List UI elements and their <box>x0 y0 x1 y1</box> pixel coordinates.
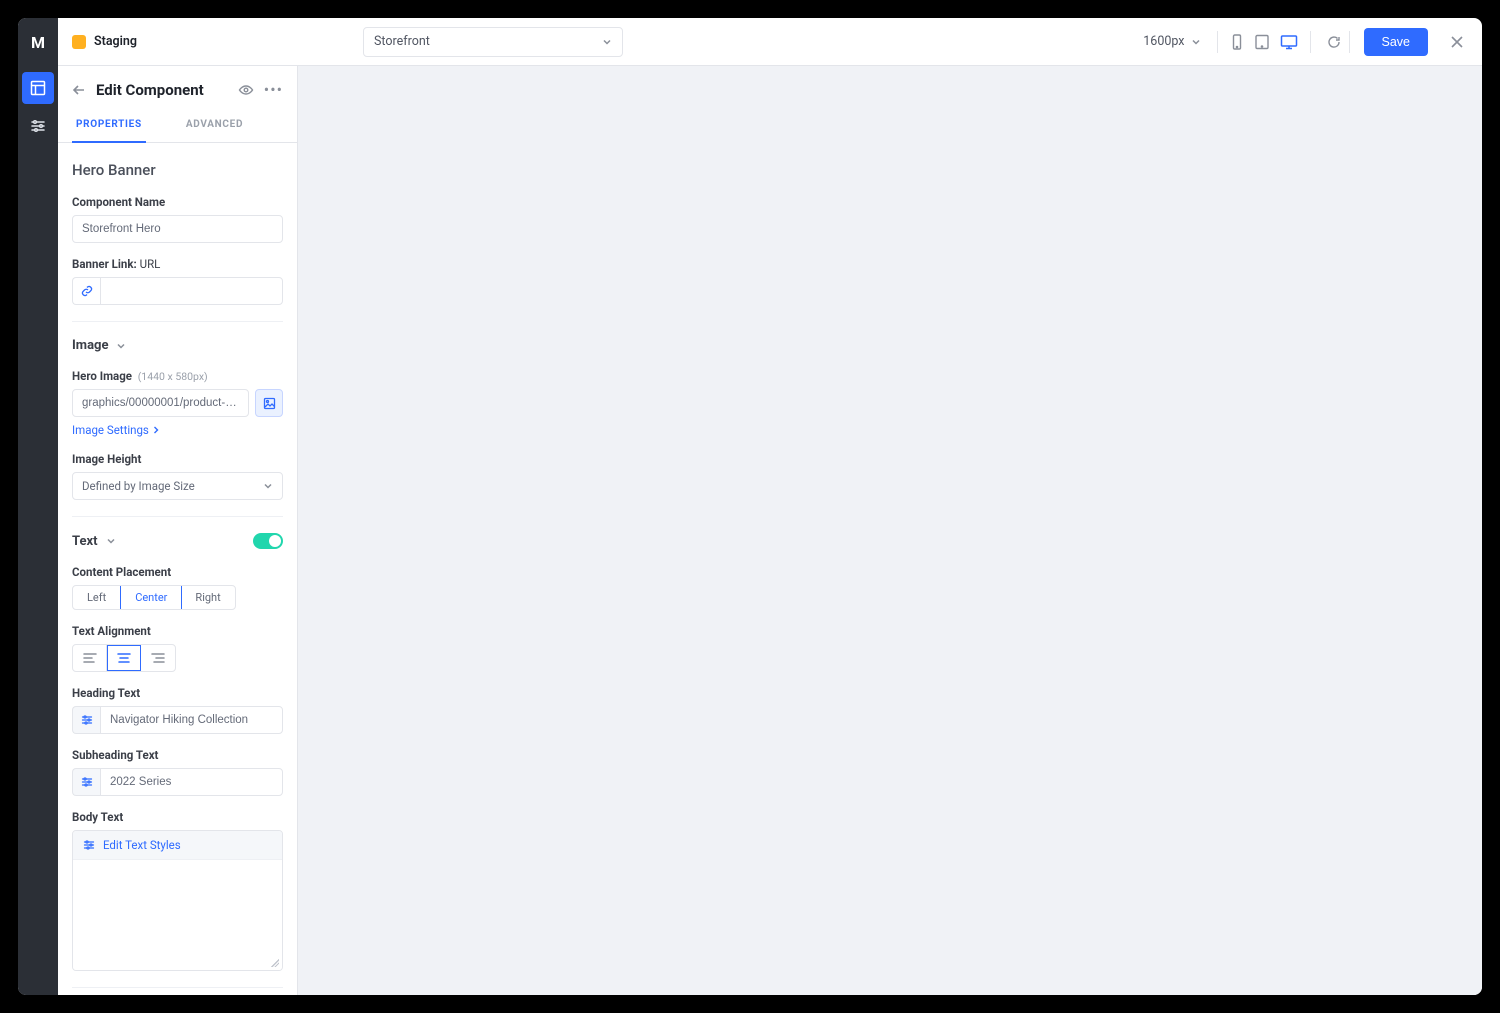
content-placement-group: Left Center Right <box>72 585 236 610</box>
align-right-button[interactable] <box>141 645 175 671</box>
content-placement-label: Content Placement <box>72 565 283 579</box>
visibility-icon[interactable] <box>238 82 254 98</box>
banner-link-input[interactable] <box>100 277 283 305</box>
tab-properties[interactable]: PROPERTIES <box>72 109 146 143</box>
text-alignment-label: Text Alignment <box>72 624 283 638</box>
align-left-button[interactable] <box>73 645 107 671</box>
subheading-text-label: Subheading Text <box>72 748 283 762</box>
banner-link-label: Banner Link: URL <box>72 257 283 271</box>
close-button[interactable] <box>1446 35 1468 49</box>
hero-image-input[interactable] <box>72 389 249 417</box>
image-height-select[interactable]: Defined by Image Size <box>72 472 283 500</box>
text-section-header[interactable]: Text <box>72 533 283 549</box>
logo: M <box>18 18 58 66</box>
image-height-label: Image Height <box>72 452 283 466</box>
body-text-textarea[interactable] <box>73 860 282 970</box>
mobile-device-icon[interactable] <box>1230 34 1244 50</box>
heading-text-input[interactable] <box>100 706 283 734</box>
save-button[interactable]: Save <box>1364 28 1429 56</box>
chevron-down-icon <box>106 536 116 546</box>
component-name-input[interactable] <box>72 215 283 243</box>
rail-settings-button[interactable] <box>22 110 54 142</box>
panel-title: Edit Component <box>96 81 228 99</box>
rail-layout-button[interactable] <box>22 72 54 104</box>
text-enabled-toggle[interactable] <box>253 533 283 549</box>
viewport-width-select[interactable]: 1600px <box>1135 30 1208 54</box>
text-style-icon[interactable] <box>72 706 100 734</box>
chevron-down-icon <box>602 37 612 47</box>
placement-center[interactable]: Center <box>120 585 182 610</box>
viewport-width-value: 1600px <box>1143 34 1184 49</box>
tab-advanced[interactable]: ADVANCED <box>182 109 247 142</box>
chevron-down-icon <box>263 481 273 491</box>
more-menu-button[interactable]: ••• <box>264 80 283 99</box>
page-select-value: Storefront <box>374 34 430 49</box>
heading-text-label: Heading Text <box>72 686 283 700</box>
link-icon <box>72 277 100 305</box>
chevron-down-icon <box>1191 37 1201 47</box>
chevron-down-icon <box>116 341 126 351</box>
image-settings-link[interactable]: Image Settings <box>72 423 159 437</box>
placement-left[interactable]: Left <box>73 586 121 609</box>
text-style-icon[interactable] <box>72 768 100 796</box>
text-alignment-group <box>72 644 176 672</box>
back-button[interactable] <box>72 83 86 97</box>
hero-image-label: Hero Image (1440 x 580px) <box>72 369 283 383</box>
edit-text-styles-link[interactable]: Edit Text Styles <box>73 831 282 860</box>
refresh-button[interactable] <box>1319 31 1350 53</box>
component-type-title: Hero Banner <box>72 161 283 179</box>
preview-canvas <box>298 66 1482 995</box>
env-dot-icon <box>72 35 86 49</box>
tablet-device-icon[interactable] <box>1254 34 1270 50</box>
body-text-label: Body Text <box>72 810 283 824</box>
component-name-label: Component Name <box>72 195 283 209</box>
page-select[interactable]: Storefront <box>363 27 623 57</box>
image-section-header[interactable]: Image <box>72 338 283 353</box>
placement-right[interactable]: Right <box>181 586 234 609</box>
env-label: Staging <box>94 34 137 49</box>
align-center-button[interactable] <box>107 645 141 671</box>
environment-badge: Staging <box>72 34 137 49</box>
subheading-text-input[interactable] <box>100 768 283 796</box>
image-picker-button[interactable] <box>255 389 283 417</box>
desktop-device-icon[interactable] <box>1280 34 1298 50</box>
